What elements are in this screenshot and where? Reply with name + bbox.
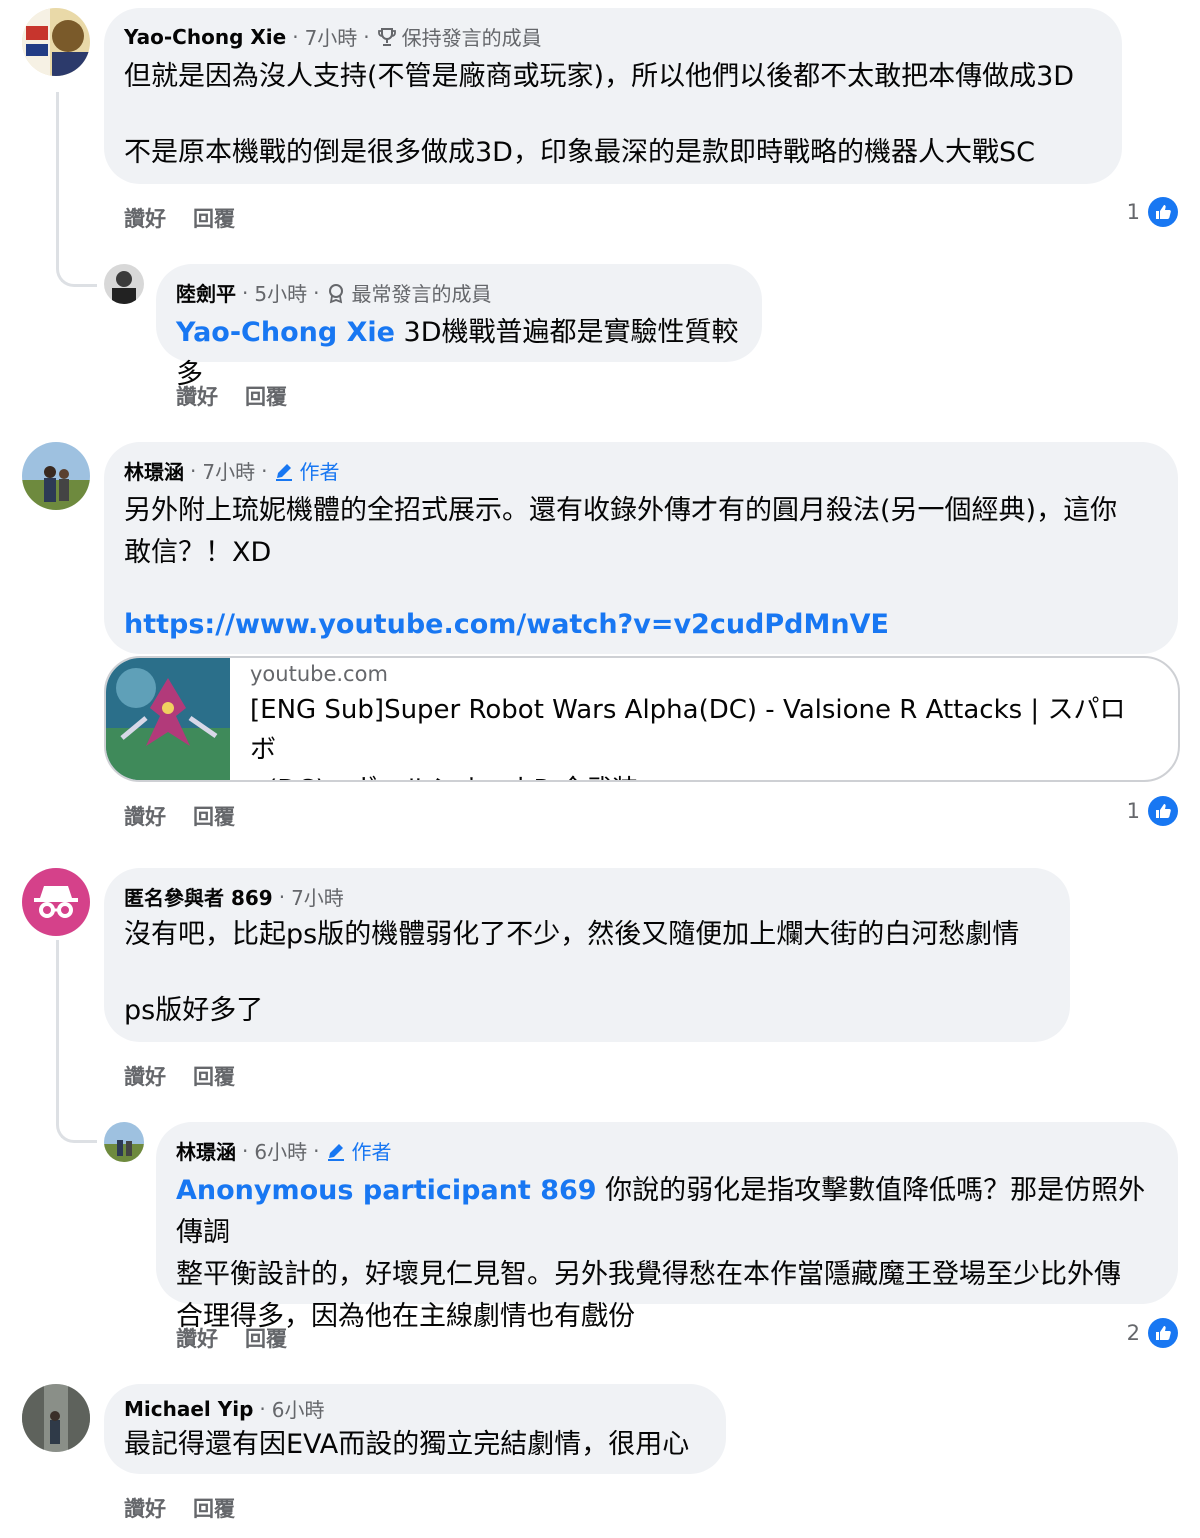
preview-domain: youtube.com [250, 662, 388, 686]
comment-text: 另外附上琉妮機體的全招式展示。還有收錄外傳才有的圓月殺法(另一個經典)，這你 敢… [124, 490, 1164, 646]
separator: · [259, 1396, 266, 1421]
like-button[interactable]: 讚好 [124, 801, 166, 831]
separator: · [313, 1138, 320, 1163]
separator: · [363, 24, 370, 49]
member-badge: 最常發言的成員 [351, 282, 492, 306]
like-count: 2 [1126, 1321, 1140, 1345]
reaction-count[interactable]: 1 [1127, 796, 1178, 826]
comment-meta: 陸劍平 · 5小時 · 最常發言的成員 [176, 278, 491, 307]
pencil-icon [328, 1143, 345, 1161]
like-button[interactable]: 讚好 [124, 1493, 166, 1523]
link-preview-card[interactable]: youtube.com [ENG Sub]Super Robot Wars Al… [104, 656, 1180, 782]
youtube-link[interactable]: https://www.youtube.com/watch?v=v2cudPdM… [124, 604, 1164, 646]
comment-line: ps版好多了 [124, 995, 264, 1026]
author-name[interactable]: Michael Yip [124, 1397, 253, 1421]
thumbs-up-icon [1148, 1318, 1178, 1348]
like-count: 1 [1126, 200, 1140, 224]
mention-link[interactable]: Yao-Chong Xie [176, 317, 395, 348]
comment-meta: 匿名參與者 869 · 7小時 [124, 882, 344, 911]
thumbs-up-icon [1148, 796, 1178, 826]
comment-meta: Michael Yip · 6小時 [124, 1394, 324, 1423]
author-badge-label: 作者 [351, 1140, 392, 1164]
like-button[interactable]: 讚好 [176, 381, 218, 411]
avatar[interactable] [104, 1122, 144, 1162]
trophy-icon [377, 27, 396, 46]
comment-text: 但就是因為沒人支持(不管是廠商或玩家)，所以他們以後都不太敢把本傳做成3D 不是… [124, 56, 1114, 174]
thumbs-up-icon [1148, 197, 1178, 227]
preview-title: [ENG Sub]Super Robot Wars Alpha(DC) - Va… [250, 690, 1150, 780]
timestamp[interactable]: 5小時 [254, 278, 307, 307]
separator: · [261, 458, 268, 483]
avatar[interactable] [22, 8, 90, 76]
comment-text: Anonymous participant 869 你說的弱化是指攻擊數值降低嗎… [176, 1170, 1172, 1338]
like-count: 1 [1126, 799, 1140, 823]
video-thumbnail [106, 658, 230, 780]
separator: · [242, 1138, 249, 1163]
thread-connector [56, 940, 97, 1143]
comment-line: 沒有吧，比起ps版的機體弱化了不少，然後又隨便加上爛大街的白河愁劇情 [124, 919, 1020, 950]
timestamp[interactable]: 7小時 [291, 882, 344, 911]
comment-text: 最記得還有因EVA而設的獨立完結劇情，很用心 [124, 1424, 724, 1466]
top-contributor-icon [329, 283, 344, 303]
comment-line: 但就是因為沒人支持(不管是廠商或玩家)，所以他們以後都不太敢把本傳做成3D [124, 61, 1075, 92]
separator: · [190, 458, 197, 483]
author-name[interactable]: 林璟涵 [176, 1136, 236, 1165]
reply-button[interactable]: 回覆 [193, 1493, 235, 1523]
timestamp[interactable]: 6小時 [254, 1136, 307, 1165]
reaction-count[interactable]: 1 [1127, 197, 1178, 227]
comment-line: 合理得多，因為他在主線劇情也有戲份 [176, 1301, 635, 1332]
avatar[interactable] [22, 442, 90, 510]
author-name[interactable]: Yao-Chong Xie [124, 25, 286, 49]
reply-button[interactable]: 回覆 [245, 381, 287, 411]
comment-line: 最記得還有因EVA而設的獨立完結劇情，很用心 [124, 1429, 690, 1460]
timestamp[interactable]: 7小時 [305, 22, 358, 51]
separator: · [278, 884, 286, 909]
like-button[interactable]: 讚好 [124, 203, 166, 233]
author-badge: 作者 [273, 456, 339, 485]
timestamp[interactable]: 7小時 [202, 456, 255, 485]
comment-line: 敢信？！XD [124, 537, 272, 568]
avatar[interactable] [104, 264, 144, 304]
separator: · [313, 280, 320, 305]
author-badge-label: 作者 [299, 460, 340, 484]
author-name[interactable]: 林璟涵 [124, 456, 184, 485]
reply-button[interactable]: 回覆 [193, 801, 235, 831]
comment-meta: Yao-Chong Xie · 7小時 · 保持發言的成員 [124, 22, 542, 51]
separator: · [242, 280, 249, 305]
reply-button[interactable]: 回覆 [193, 1061, 235, 1091]
separator: · [292, 24, 299, 49]
author-badge: 作者 [325, 1136, 391, 1165]
comment-line: 整平衡設計的，好壞見仁見智。另外我覺得愁在本作當隱藏魔王登場至少比外傳 [176, 1259, 1121, 1290]
author-name[interactable]: 匿名參與者 869 [124, 882, 273, 911]
comment-meta: 林璟涵 · 7小時 · 作者 [124, 456, 339, 485]
preview-title-line: [ENG Sub]Super Robot Wars Alpha(DC) - Va… [250, 695, 1126, 765]
like-button[interactable]: 讚好 [176, 1323, 218, 1353]
comment-line: 另外附上琉妮機體的全招式展示。還有收錄外傳才有的圓月殺法(另一個經典)，這你 [124, 495, 1118, 526]
comment-text: 沒有吧，比起ps版的機體弱化了不少，然後又隨便加上爛大街的白河愁劇情 ps版好多… [124, 914, 1064, 1032]
member-badge: 保持發言的成員 [401, 26, 542, 50]
comment-line: 不是原本機戰的倒是很多做成3D，印象最深的是款即時戰略的機器人大戰SC [124, 137, 1035, 168]
preview-title-line: α(DC) - ヴァルシオーネR 全武装 [250, 770, 1150, 780]
reply-button[interactable]: 回覆 [193, 203, 235, 233]
avatar[interactable] [22, 1384, 90, 1452]
reaction-count[interactable]: 2 [1127, 1318, 1178, 1348]
timestamp[interactable]: 6小時 [272, 1394, 325, 1423]
like-button[interactable]: 讚好 [124, 1061, 166, 1091]
mention-link[interactable]: Anonymous participant 869 [176, 1175, 597, 1206]
reply-button[interactable]: 回覆 [245, 1323, 287, 1353]
author-name[interactable]: 陸劍平 [176, 278, 236, 307]
anonymous-avatar[interactable] [22, 868, 90, 936]
pencil-icon [276, 463, 293, 481]
thread-connector [56, 92, 97, 287]
comment-meta: 林璟涵 · 6小時 · 作者 [176, 1136, 391, 1165]
